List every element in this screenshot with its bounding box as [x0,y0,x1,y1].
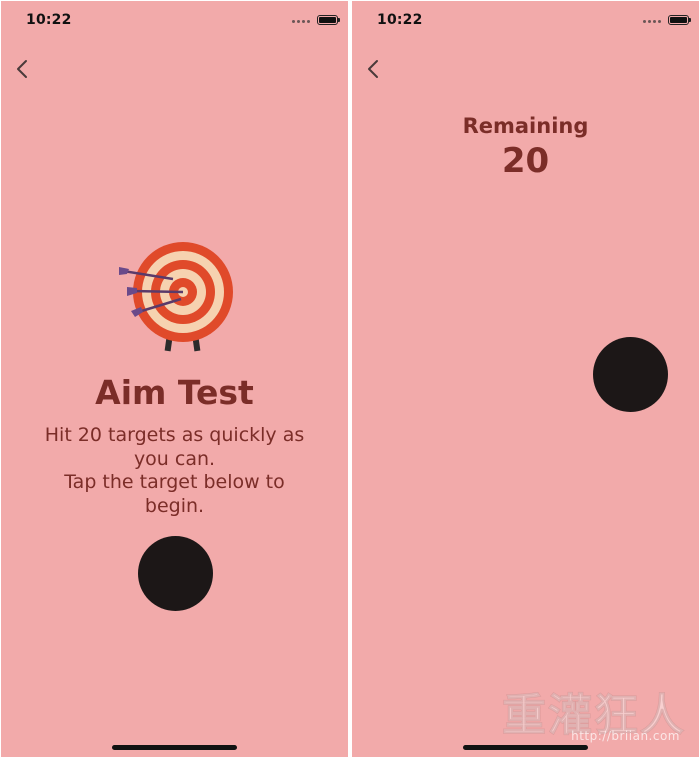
watermark: 重灌狂人 http://briian.com [492,679,692,749]
battery-icon [668,15,691,25]
watermark-url: http://briian.com [571,729,680,743]
signal-dots-icon [292,20,310,23]
status-bar: 10:22 [352,1,699,35]
archery-target-icon [119,242,233,352]
instructions-text: Hit 20 targets as quickly as you can. Ta… [41,424,308,518]
chevron-left-icon [17,60,27,78]
watermark-logo: 重灌狂人 [502,690,686,742]
screenshot-stage: 10:22 Aim Test Hit 20 targets as quickly… [0,0,700,758]
game-screen: 10:22 Remaining 20 重灌狂人 http://briian.co… [352,1,699,757]
page-title: Aim Test [95,373,254,412]
home-indicator[interactable] [463,745,588,750]
status-time: 10:22 [26,12,72,28]
remaining-label: Remaining [462,114,589,138]
chevron-left-icon [368,60,378,78]
remaining-count: 20 [501,141,550,181]
game-target-button[interactable] [593,337,668,412]
back-button[interactable] [362,55,386,83]
start-target-button[interactable] [138,536,213,611]
instructions-line: Hit 20 targets as quickly as you can. Ta… [44,424,305,517]
status-bar: 10:22 [1,1,348,35]
battery-icon [317,15,340,25]
status-time: 10:22 [377,12,423,28]
intro-screen: 10:22 Aim Test Hit 20 targets as quickly… [1,1,348,757]
back-button[interactable] [11,55,35,83]
signal-dots-icon [643,20,661,23]
home-indicator[interactable] [112,745,237,750]
